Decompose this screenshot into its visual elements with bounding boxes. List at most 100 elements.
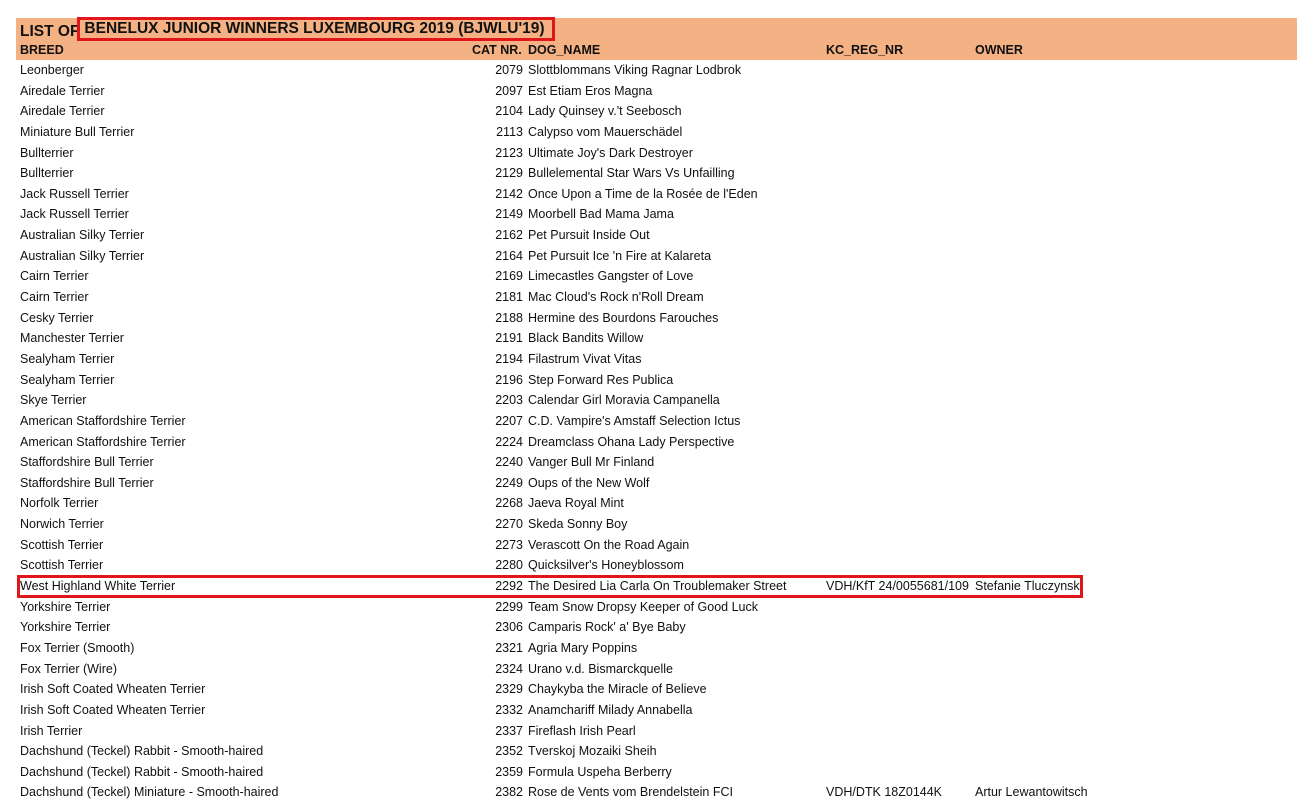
breed-cell: West Highland White Terrier — [20, 579, 176, 594]
title-highlight: BENELUX JUNIOR WINNERS LUXEMBOURG 2019 (… — [77, 17, 555, 41]
cat-nr-cell: 2273 — [495, 537, 523, 552]
table-row: Cesky Terrier 2188 Hermine des Bourdons Fa… — [16, 308, 1297, 329]
cat-nr-cell: 2352 — [495, 744, 523, 759]
table-row: Fox Terrier (Wire) 2324 Urano v.d. Bismarc… — [16, 659, 1297, 680]
dog-name-cell: Vanger Bull Mr Finland — [528, 455, 655, 470]
dog-name-cell: Filastrum Vivat Vitas — [528, 351, 642, 366]
cat-nr-cell: 2270 — [495, 517, 523, 532]
table-row: Norwich Terrier 2270 Skeda Sonny Boy — [16, 514, 1297, 535]
breed-cell: Cairn Terrier — [20, 290, 89, 305]
breed-cell: Norfolk Terrier — [20, 496, 99, 511]
dog-name-cell: Black Bandits Willow — [528, 331, 644, 346]
column-header-owner: OWNER — [975, 43, 1023, 57]
breed-cell: Airedale Terrier — [20, 83, 105, 98]
cat-nr-cell: 2079 — [495, 63, 523, 77]
table-row: American Staffordshire Terrier 2224 Dreamc… — [16, 432, 1297, 453]
dog-name-cell: C.D. Vampire's Amstaff Selection Ictus — [528, 413, 741, 428]
owner-cell: Stefanie Tluczynski — [975, 579, 1083, 594]
header-band: LIST OF BENELUX JUNIOR WINNERS LUXEMBOUR… — [16, 17, 1297, 60]
table-row: Airedale Terrier 2104 Lady Quinsey v.'t Se… — [16, 101, 1297, 122]
table-row: American Staffordshire Terrier 2207 C.D. V… — [16, 411, 1297, 432]
dog-name-cell: Bullelemental Star Wars Vs Unfailling — [528, 166, 735, 181]
table-row: Cairn Terrier 2181 Mac Cloud's Rock n'Roll… — [16, 287, 1297, 308]
dog-name-cell: Dreamclass Ohana Lady Perspective — [528, 434, 735, 449]
breed-cell: Yorkshire Terrier — [20, 599, 111, 614]
winners-table-body: Leonberger 2079 Slottblommans Viking Ragna… — [16, 60, 1297, 803]
cat-nr-cell: 2113 — [496, 124, 523, 139]
breed-cell: Sealyham Terrier — [20, 351, 115, 366]
column-header-cat-nr: CAT NR. — [472, 43, 522, 57]
cat-nr-cell: 2280 — [495, 558, 523, 573]
cat-nr-cell: 2097 — [495, 83, 523, 98]
breed-cell: Bullterrier — [20, 166, 74, 181]
breed-cell: Dachshund (Teckel) Miniature - Smooth-ha… — [20, 785, 279, 800]
table-row: Australian Silky Terrier 2162 Pet Pursuit … — [16, 225, 1297, 246]
breed-cell: Australian Silky Terrier — [20, 228, 145, 243]
cat-nr-cell: 2191 — [495, 331, 523, 346]
cat-nr-cell: 2299 — [495, 599, 523, 614]
breed-cell: Scottish Terrier — [20, 537, 104, 552]
dog-name-cell: Limecastles Gangster of Love — [528, 269, 694, 284]
breed-cell: Manchester Terrier — [20, 331, 124, 346]
table-row: Airedale Terrier 2097 Est Etiam Eros Magna — [16, 81, 1297, 102]
cat-nr-cell: 2224 — [495, 434, 523, 449]
table-row: Irish Soft Coated Wheaten Terrier 2329 Cha… — [16, 679, 1297, 700]
breed-cell: Norwich Terrier — [20, 517, 104, 532]
breed-cell: Fox Terrier (Wire) — [20, 661, 117, 676]
breed-cell: Airedale Terrier — [20, 104, 105, 119]
dog-name-cell: Moorbell Bad Mama Jama — [528, 207, 674, 222]
table-row: Cairn Terrier 2169 Limecastles Gangster of… — [16, 266, 1297, 287]
breed-cell: Jack Russell Terrier — [20, 186, 129, 201]
dog-name-cell: Team Snow Dropsy Keeper of Good Luck — [528, 599, 758, 614]
table-row: Norfolk Terrier 2268 Jaeva Royal Mint — [16, 493, 1297, 514]
breed-cell: Skye Terrier — [20, 393, 87, 408]
dog-name-cell: Camparis Rock' a' Bye Baby — [528, 620, 686, 635]
table-row: West Highland White Terrier 2292 The Desir… — [16, 576, 1297, 597]
cat-nr-cell: 2149 — [495, 207, 523, 222]
dog-name-cell: Ultimate Joy's Dark Destroyer — [528, 145, 693, 160]
dog-name-cell: Once Upon a Time de la Rosée de l'Eden — [528, 186, 758, 201]
kc-reg-nr-cell: VDH/DTK 18Z0144K — [826, 785, 943, 800]
breed-cell: Leonberger — [20, 63, 84, 77]
table-row: Jack Russell Terrier 2142 Once Upon a Time… — [16, 184, 1297, 205]
cat-nr-cell: 2382 — [495, 785, 523, 800]
cat-nr-cell: 2292 — [495, 579, 523, 594]
table-row: Irish Terrier 2337 Fireflash Irish Pearl — [16, 721, 1297, 742]
title-prefix: LIST OF — [20, 23, 80, 40]
breed-cell: Bullterrier — [20, 145, 74, 160]
table-row: Jack Russell Terrier 2149 Moorbell Bad Mam… — [16, 204, 1297, 225]
dog-name-cell: Calendar Girl Moravia Campanella — [528, 393, 720, 408]
table-row: Staffordshire Bull Terrier 2240 Vanger Bul… — [16, 452, 1297, 473]
dog-name-cell: Verascott On the Road Again — [528, 537, 690, 552]
dog-name-cell: Calypso vom Mauerschädel — [528, 124, 683, 139]
table-row: Sealyham Terrier 2196 Step Forward Res Pub… — [16, 370, 1297, 391]
table-row: Sealyham Terrier 2194 Filastrum Vivat Vita… — [16, 349, 1297, 370]
dog-name-cell: Tverskoj Mozaiki Sheih — [528, 744, 657, 759]
dog-name-cell: Anamchariff Milady Annabella — [528, 702, 693, 717]
dog-name-cell: Agria Mary Poppins — [528, 640, 638, 655]
table-row: Scottish Terrier 2273 Verascott On the Roa… — [16, 535, 1297, 556]
table-row: Staffordshire Bull Terrier 2249 Oups of th… — [16, 473, 1297, 494]
cat-nr-cell: 2188 — [495, 310, 523, 325]
breed-cell: Scottish Terrier — [20, 558, 104, 573]
cat-nr-cell: 2337 — [495, 723, 523, 738]
breed-cell: American Staffordshire Terrier — [20, 434, 186, 449]
cat-nr-cell: 2129 — [495, 166, 523, 181]
cat-nr-cell: 2169 — [495, 269, 523, 284]
breed-cell: Sealyham Terrier — [20, 372, 115, 387]
page-title: LIST OF BENELUX JUNIOR WINNERS LUXEMBOUR… — [20, 17, 555, 44]
dog-name-cell: Fireflash Irish Pearl — [528, 723, 636, 738]
cat-nr-cell: 2203 — [495, 393, 523, 408]
table-row: Yorkshire Terrier 2306 Camparis Rock' a' B… — [16, 617, 1297, 638]
cat-nr-cell: 2104 — [495, 104, 523, 119]
cat-nr-cell: 2181 — [495, 290, 523, 305]
table-row: Australian Silky Terrier 2164 Pet Pursuit … — [16, 246, 1297, 267]
dog-name-cell: Urano v.d. Bismarckquelle — [528, 661, 673, 676]
dog-name-cell: Mac Cloud's Rock n'Roll Dream — [528, 290, 704, 305]
dog-name-cell: Lady Quinsey v.'t Seebosch — [528, 104, 682, 119]
dog-name-cell: Hermine des Bourdons Farouches — [528, 310, 719, 325]
cat-nr-cell: 2268 — [495, 496, 523, 511]
breed-cell: Miniature Bull Terrier — [20, 124, 135, 139]
cat-nr-cell: 2196 — [495, 372, 523, 387]
dog-name-cell: Slottblommans Viking Ragnar Lodbrok — [528, 63, 742, 77]
